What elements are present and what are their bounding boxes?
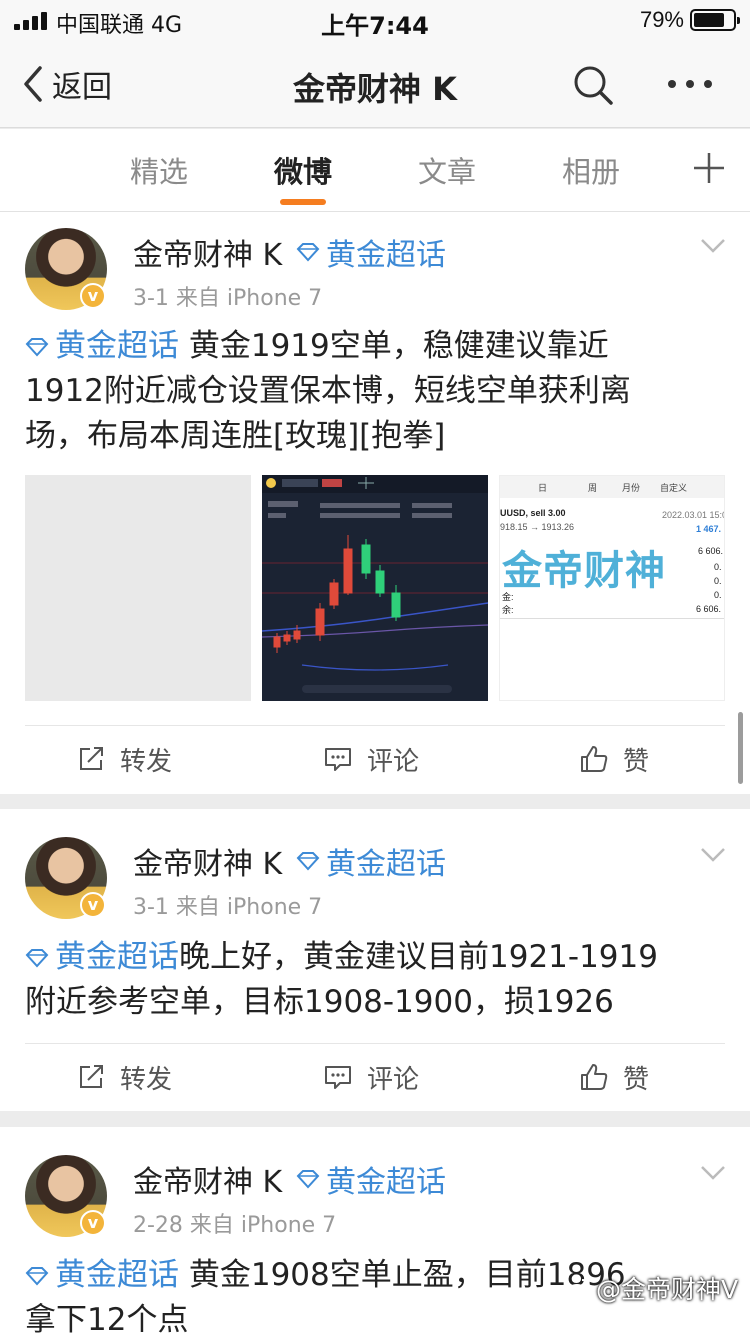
post-meta: 2-28 来自 iPhone 7 <box>133 1213 337 1238</box>
battery-icon <box>690 9 740 31</box>
image-grid: 日 周 月份 自定义 UUSD, sell 3.00 2022.03.01 15… <box>25 475 725 701</box>
post-author[interactable]: 金帝财神 K <box>133 839 282 883</box>
profile-tabs: 精选 微博 文章 相册 <box>0 129 750 212</box>
comment-label: 评论 <box>367 1064 420 1095</box>
trade-label: 金: <box>502 592 514 602</box>
super-topic-tag[interactable]: 黄金超话 <box>296 230 446 274</box>
comment-icon <box>325 748 351 771</box>
scrollbar[interactable] <box>738 712 743 784</box>
comment-icon <box>325 1066 351 1089</box>
divider <box>25 725 725 726</box>
verified-badge-icon: v <box>80 283 106 309</box>
super-topic-label: 黄金超话 <box>326 1165 446 1200</box>
trade-value: 6 606. <box>696 604 722 614</box>
verified-badge-icon: v <box>80 892 106 918</box>
trade-value: 6 606. <box>698 546 724 556</box>
like-label: 赞 <box>623 746 650 777</box>
page-title: 金帝财神 K <box>293 70 457 108</box>
trade-prices: 918.15 → 1913.26 <box>500 522 575 532</box>
trade-value: 0. <box>714 576 722 586</box>
post-text-line: 场，布局本周连胜[玫瑰][抱拳] <box>25 418 446 454</box>
tab-weibo[interactable]: 微博 <box>243 149 363 191</box>
repost-icon <box>80 747 103 770</box>
inline-topic-link[interactable]: 黄金超话 <box>25 939 179 975</box>
post-card: v 金帝财神 K 黄金超话 3-1 来自 iPhone 7 黄金超话 黄金191… <box>0 212 750 794</box>
like-button[interactable]: 赞 <box>579 739 649 779</box>
post-card: v 金帝财神 K 黄金超话 3-1 来自 iPhone 7 黄金超话晚上好，黄金… <box>0 809 750 1111</box>
verified-badge-icon: v <box>80 1210 106 1236</box>
diamond-icon <box>25 1267 49 1286</box>
super-topic-label: 黄金超话 <box>326 847 446 882</box>
tab-featured[interactable]: 精选 <box>99 149 219 191</box>
inline-topic-link[interactable]: 黄金超话 <box>25 328 179 364</box>
clock: 上午7:44 <box>321 12 429 40</box>
trade-row: UUSD, sell 3.00 <box>500 508 566 518</box>
diamond-icon <box>296 852 320 871</box>
more-icon[interactable] <box>666 74 714 94</box>
repost-label: 转发 <box>120 746 173 777</box>
candlestick-chart-image <box>262 475 488 693</box>
repost-icon <box>80 1065 103 1088</box>
thumbs-up-icon <box>581 746 608 772</box>
post-text-line: 附近参考空单，目标1908-1900，损1926 <box>25 984 614 1020</box>
nav-bar: 返回 金帝财神 K <box>0 40 750 128</box>
inline-topic-link[interactable]: 黄金超话 <box>25 1257 179 1293</box>
post-author[interactable]: 金帝财神 K <box>133 230 282 274</box>
comment-button[interactable]: 评论 <box>323 739 419 779</box>
weibo-watermark: @金帝财神V <box>566 1270 738 1306</box>
super-topic-tag[interactable]: 黄金超话 <box>296 1157 446 1201</box>
post-body: 黄金超话晚上好，黄金建议目前1921-1919 附近参考空单，目标1908-19… <box>25 935 725 1025</box>
diamond-icon <box>296 1170 320 1189</box>
post-text-line: 黄金超话 黄金1919空单，稳健建议靠近 <box>25 324 725 369</box>
repost-button[interactable]: 转发 <box>76 1057 172 1097</box>
like-label: 赞 <box>623 1064 650 1095</box>
post-text-line: 1912附近减仓设置保本博，短线空单获利离 <box>25 373 631 409</box>
divider <box>25 1043 725 1044</box>
post-image-trade-record[interactable]: 日 周 月份 自定义 UUSD, sell 3.00 2022.03.01 15… <box>499 475 725 701</box>
battery-percent: 79% <box>639 7 684 32</box>
post-author[interactable]: 金帝财神 K <box>133 1157 282 1201</box>
trade-profit: 1 467. <box>696 524 722 534</box>
trade-timestamp: 2022.03.01 15:00 <box>662 510 724 520</box>
tab-articles[interactable]: 文章 <box>387 149 507 191</box>
search-icon[interactable] <box>572 64 614 106</box>
status-bar: 中国联通 4G 上午7:44 79% <box>0 0 750 40</box>
repost-label: 转发 <box>120 1064 173 1095</box>
repost-button[interactable]: 转发 <box>76 739 172 779</box>
chevron-down-icon[interactable] <box>700 1165 726 1181</box>
comment-button[interactable]: 评论 <box>323 1057 419 1097</box>
diamond-icon <box>296 243 320 262</box>
plus-icon[interactable] <box>692 151 726 185</box>
post-image-candlestick-chart[interactable] <box>262 475 488 701</box>
like-button[interactable]: 赞 <box>579 1057 649 1097</box>
active-tab-indicator <box>280 199 326 205</box>
post-text-line: 黄金超话晚上好，黄金建议目前1921-1919 <box>25 935 725 980</box>
thumbs-up-icon <box>581 1064 608 1090</box>
trade-tabs: 日 周 月份 自定义 <box>500 476 724 498</box>
chevron-down-icon[interactable] <box>700 238 726 254</box>
post-meta: 3-1 来自 iPhone 7 <box>133 895 323 920</box>
trade-label: 余: <box>502 605 514 615</box>
post-image-blank[interactable] <box>25 475 251 701</box>
trade-value: 0. <box>714 562 722 572</box>
super-topic-label: 黄金超话 <box>326 238 446 273</box>
weibo-logo-icon <box>567 1279 590 1298</box>
tab-albums[interactable]: 相册 <box>531 149 651 191</box>
super-topic-tag[interactable]: 黄金超话 <box>296 839 446 883</box>
trade-value: 0. <box>714 590 722 600</box>
post-body: 黄金超话 黄金1919空单，稳健建议靠近 1912附近减仓设置保本博，短线空单获… <box>25 324 725 459</box>
post-meta: 3-1 来自 iPhone 7 <box>133 286 323 311</box>
chevron-down-icon[interactable] <box>700 847 726 863</box>
comment-label: 评论 <box>367 746 420 777</box>
diamond-icon <box>25 338 49 357</box>
image-watermark: 金帝财神 <box>502 548 666 594</box>
diamond-icon <box>25 949 49 968</box>
